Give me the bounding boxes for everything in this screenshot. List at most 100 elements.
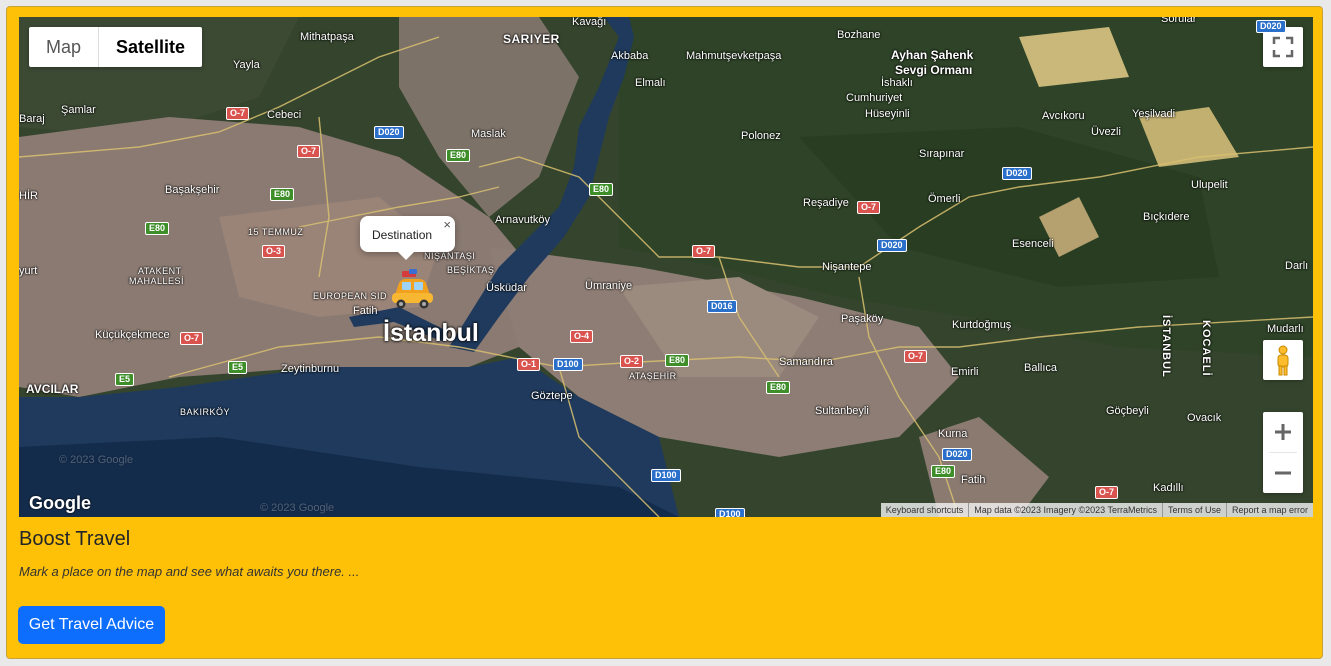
place-label: 15 TEMMUZ — [248, 227, 304, 237]
place-label: Kavağı — [572, 17, 607, 28]
road-sign: E5 — [115, 373, 135, 386]
place-label: Mithatpaşa — [300, 31, 354, 43]
place-label: Avcıkoru — [1042, 110, 1085, 122]
place-label: Kurtdoğmuş — [952, 319, 1012, 331]
place-label: Mudarlı — [1267, 323, 1304, 335]
road-sign: O-7 — [857, 201, 881, 214]
pegman-icon — [1277, 345, 1289, 376]
place-label: Mahmutşevketpaşa — [686, 50, 782, 62]
map-attribution: Keyboard shortcuts Map data ©2023 Imager… — [880, 503, 1313, 517]
travel-card: Map Satellite Kavağı SARIYER Mithatpaşa … — [6, 6, 1323, 659]
province-label: İSTANBUL — [1160, 315, 1172, 378]
place-label: Fatih — [353, 305, 378, 317]
map-data-text: Map data ©2023 Imagery ©2023 TerraMetric… — [968, 503, 1162, 517]
place-label: Zeytinburnu — [281, 363, 340, 375]
place-label: Ümraniye — [585, 280, 633, 292]
map-type-control: Map Satellite — [29, 27, 203, 67]
place-label: Nişantepe — [822, 261, 872, 273]
road-sign: D016 — [707, 300, 737, 313]
place-label: Darlı — [1285, 260, 1309, 272]
plus-icon — [1275, 424, 1291, 440]
road-sign: O-1 — [517, 358, 541, 371]
place-label: Ömerli — [928, 193, 961, 205]
zoom-out-button[interactable] — [1263, 453, 1303, 493]
road-sign: D020 — [374, 126, 404, 139]
road-sign: O-7 — [297, 145, 321, 158]
place-label: Ovacık — [1187, 412, 1222, 424]
place-label: Göztepe — [531, 390, 573, 402]
place-label: Elmalı — [635, 77, 666, 89]
place-label: Yeşilvadi — [1132, 108, 1176, 120]
place-label: BAKIRKÖY — [180, 407, 231, 417]
place-label: Samandıra — [779, 356, 833, 368]
place-label: Sorular — [1161, 17, 1197, 25]
road-sign: D020 — [877, 239, 907, 252]
place-label: Şamlar — [61, 104, 96, 116]
place-label: NİŞANTAŞI — [424, 251, 476, 261]
zoom-control — [1263, 412, 1303, 493]
place-label: Ballıca — [1024, 362, 1058, 374]
get-travel-advice-button[interactable]: Get Travel Advice — [18, 606, 165, 644]
place-label: Ulupelit — [1191, 179, 1228, 191]
place-label: Maslak — [471, 128, 506, 140]
place-label: Ayhan Şahenk — [891, 48, 974, 62]
map-type-satellite-button[interactable]: Satellite — [98, 27, 202, 67]
place-label: Akbaba — [611, 50, 649, 62]
fullscreen-icon — [1272, 36, 1294, 58]
road-sign: O-4 — [570, 330, 594, 343]
road-sign: E80 — [589, 183, 614, 196]
place-label: Fatih — [961, 474, 986, 486]
road-sign: D100 — [651, 469, 681, 482]
place-label: MAHALLESİ — [129, 276, 185, 286]
road-sign: O-7 — [1095, 486, 1119, 499]
car-marker-icon[interactable] — [389, 269, 435, 309]
place-label: Göçbeyli — [1106, 405, 1149, 417]
watermark: © 2023 Google — [260, 502, 335, 514]
keyboard-shortcuts-link[interactable]: Keyboard shortcuts — [881, 503, 969, 517]
place-label: Üsküdar — [486, 282, 527, 294]
place-label: Küçükçekmece — [95, 329, 170, 341]
road-sign: O-7 — [692, 245, 716, 258]
place-label: Yayla — [233, 59, 260, 71]
place-label: Esenceli — [1012, 238, 1054, 250]
place-label: Bıçkıdere — [1143, 211, 1190, 223]
place-label: Cebeci — [267, 109, 302, 121]
place-label: Cumhuriyet — [846, 92, 903, 104]
road-sign: E80 — [446, 149, 471, 162]
place-label: BEŞİKTAŞ — [447, 265, 495, 275]
place-label: Polonez — [741, 130, 781, 142]
close-icon[interactable]: × — [443, 217, 451, 232]
place-label: İshaklı — [881, 77, 913, 89]
info-window-text: Destination — [372, 228, 433, 242]
place-label: Sultanbeyli — [815, 405, 869, 417]
road-sign: D020 — [942, 448, 972, 461]
road-sign: E80 — [145, 222, 170, 235]
place-label: AVCILAR — [26, 382, 79, 396]
terms-link[interactable]: Terms of Use — [1161, 503, 1226, 517]
map-type-map-button[interactable]: Map — [29, 27, 98, 67]
place-label: Paşaköy — [841, 313, 884, 325]
place-label: Reşadiye — [803, 197, 849, 209]
road-sign: E5 — [228, 361, 248, 374]
satellite-map[interactable]: Map Satellite Kavağı SARIYER Mithatpaşa … — [19, 17, 1313, 517]
road-sign: E80 — [665, 354, 690, 367]
watermark: © 2023 Google — [59, 454, 134, 466]
place-label: Başakşehir — [165, 184, 220, 196]
card-title: Boost Travel — [19, 528, 131, 550]
street-view-pegman[interactable] — [1263, 340, 1303, 380]
card-description: Mark a place on the map and see what awa… — [19, 564, 360, 579]
road-sign: D100 — [715, 508, 745, 517]
place-label: Hüseyinli — [865, 108, 910, 120]
zoom-in-button[interactable] — [1263, 412, 1303, 452]
map-imagery — [19, 17, 1313, 517]
google-logo[interactable]: Google — [29, 493, 91, 514]
fullscreen-button[interactable] — [1263, 27, 1303, 67]
minus-icon — [1275, 471, 1291, 475]
info-window-tail — [398, 252, 414, 260]
road-sign: E80 — [931, 465, 956, 478]
place-label: Sırapınar — [919, 148, 965, 160]
place-label: Sevgi Ormanı — [895, 63, 973, 77]
place-label: yurt — [19, 265, 38, 277]
road-sign: O-7 — [226, 107, 250, 120]
report-error-link[interactable]: Report a map error — [1225, 503, 1313, 517]
